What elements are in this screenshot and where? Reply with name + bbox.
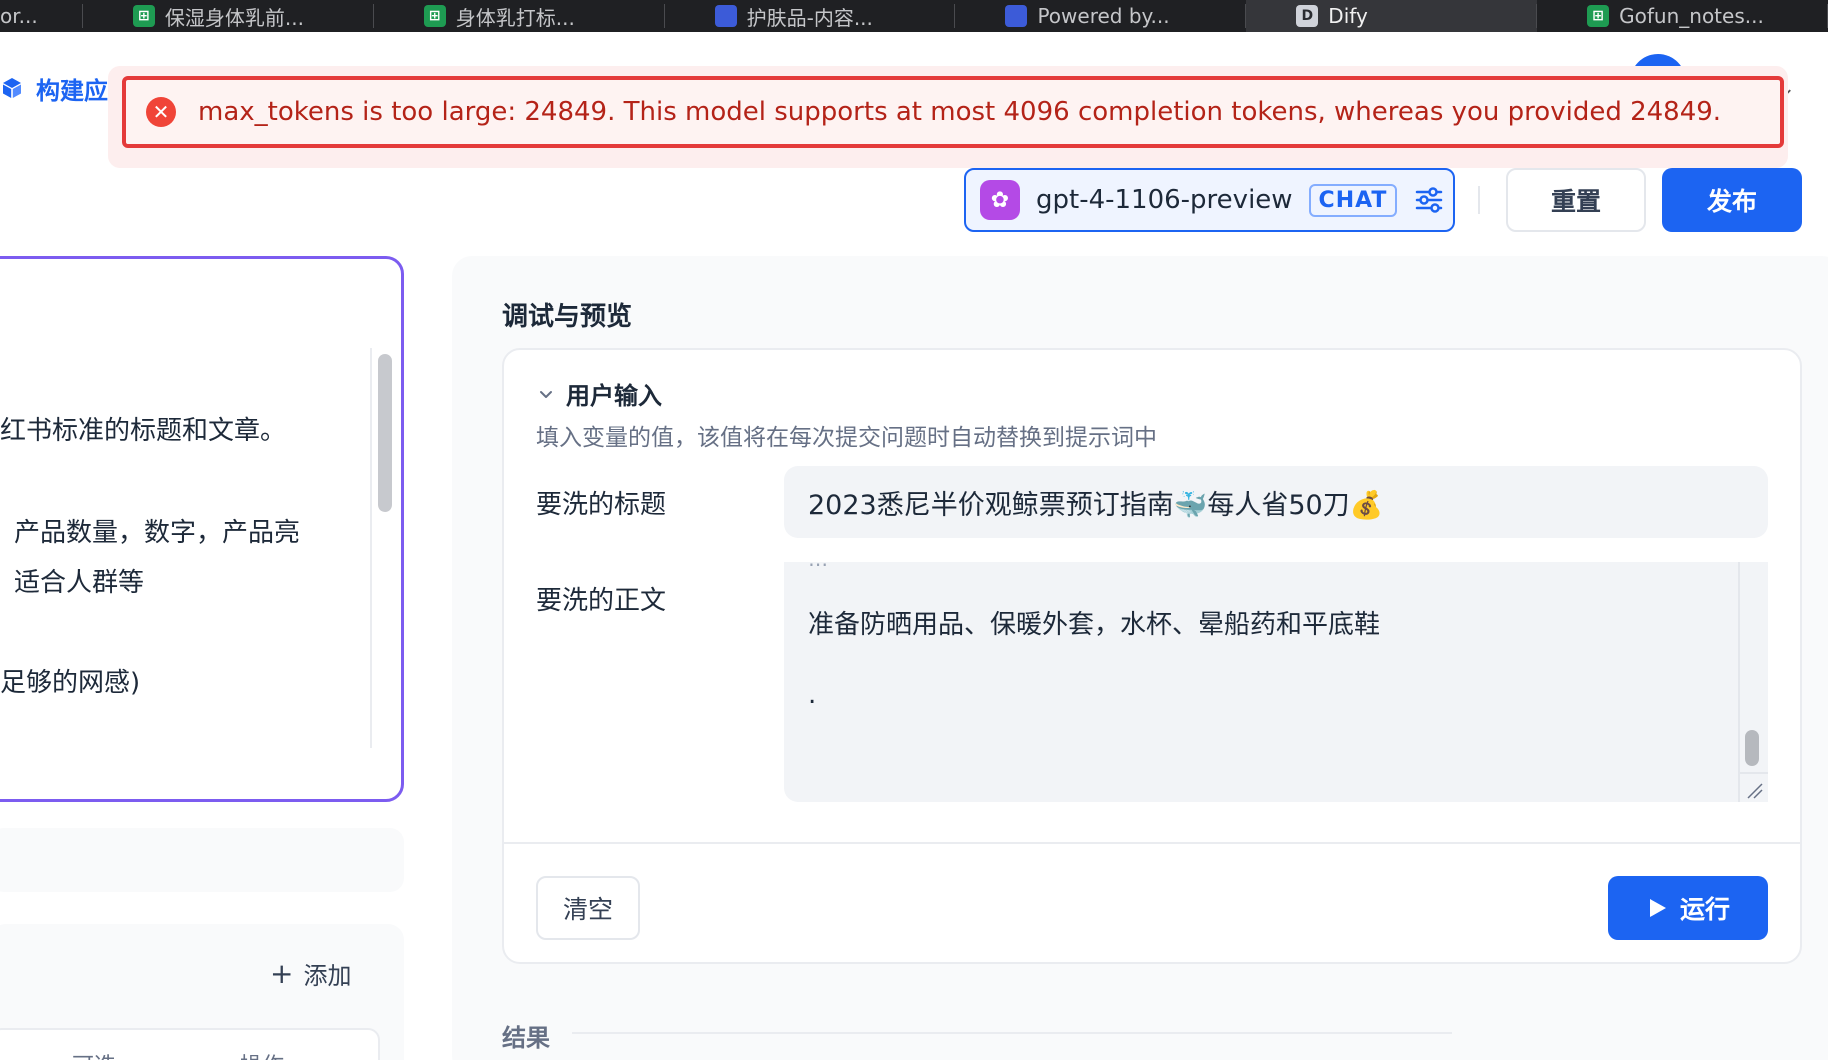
model-selector[interactable]: ✿ gpt-4-1106-preview CHAT bbox=[964, 168, 1455, 232]
tab-title: or... bbox=[0, 4, 38, 28]
model-mode-badge: CHAT bbox=[1308, 183, 1398, 217]
body-text-line: 准备防晒用品、保暖外套，水杯、晕船药和平底鞋 bbox=[808, 610, 1381, 640]
textarea-scrollbar-track[interactable] bbox=[1738, 562, 1768, 802]
sliders-icon[interactable] bbox=[1413, 184, 1445, 216]
model-name: gpt-4-1106-preview bbox=[1036, 185, 1293, 215]
publish-button[interactable]: 发布 bbox=[1662, 168, 1802, 232]
field-label-body: 要洗的正文 bbox=[536, 586, 667, 616]
prompt-line: 产品数量，数字，产品亮 bbox=[14, 518, 301, 548]
doc-icon bbox=[1005, 5, 1028, 27]
user-input-toggle[interactable]: 用户输入 bbox=[536, 376, 662, 411]
browser-tab-strip: or... ⊞ 保湿身体乳前... ⊞ 身体乳打标... 护肤品-内容... P… bbox=[0, 0, 1828, 32]
prompt-scrollbar-track[interactable] bbox=[370, 348, 372, 748]
divider bbox=[572, 1032, 1452, 1034]
browser-tab[interactable]: ⊞ Gofun_notes... bbox=[1537, 0, 1828, 32]
tab-title: 护肤品-内容... bbox=[746, 5, 873, 30]
debug-title: 调试与预览 bbox=[502, 302, 633, 332]
prompt-line: 足够的网感) bbox=[0, 668, 141, 698]
tab-title: 身体乳打标... bbox=[455, 5, 575, 30]
body-text-line: . bbox=[808, 680, 817, 710]
divider bbox=[504, 842, 1800, 844]
toast-message: max_tokens is too large: 24849. This mod… bbox=[198, 97, 1722, 127]
divider bbox=[1478, 186, 1480, 214]
run-label: 运行 bbox=[1679, 895, 1730, 924]
tab-title: Dify bbox=[1328, 4, 1368, 28]
run-button[interactable]: 运行 bbox=[1608, 876, 1768, 940]
add-label: 添加 bbox=[303, 962, 352, 990]
column-header-optional: 可选 bbox=[72, 1048, 116, 1060]
add-variable-button[interactable]: + 添加 bbox=[270, 956, 351, 991]
sheet-icon: ⊞ bbox=[1587, 5, 1610, 27]
doc-icon bbox=[714, 5, 737, 27]
body-textarea[interactable]: ⋯ 准备防晒用品、保暖外套，水杯、晕船药和平底鞋 . bbox=[784, 562, 1768, 802]
user-input-description: 填入变量的值，该值将在每次提交问题时自动替换到提示词中 bbox=[536, 425, 1157, 451]
variables-table bbox=[0, 1028, 380, 1060]
tab-title: 保湿身体乳前... bbox=[164, 5, 304, 30]
clear-button[interactable]: 清空 bbox=[536, 876, 640, 940]
user-input-heading: 用户输入 bbox=[566, 382, 662, 410]
dify-icon: D bbox=[1296, 5, 1319, 27]
result-heading: 结果 bbox=[502, 1024, 550, 1052]
resize-handle-icon[interactable] bbox=[1738, 772, 1768, 802]
title-input-value: 2023悉尼半价观鲸票预订指南🐳每人省50刀💰 bbox=[808, 489, 1384, 521]
prompt-scrollbar-thumb[interactable] bbox=[378, 354, 392, 512]
chevron-down-icon bbox=[540, 390, 552, 398]
browser-tab-active[interactable]: D Dify bbox=[1246, 0, 1538, 32]
browser-tab[interactable]: ⊞ 身体乳打标... bbox=[374, 0, 665, 32]
sheet-icon: ⊞ bbox=[132, 5, 155, 27]
title-input[interactable]: 2023悉尼半价观鲸票预订指南🐳每人省50刀💰 bbox=[784, 466, 1768, 538]
browser-tab[interactable]: or... bbox=[0, 0, 83, 32]
textarea-overflow-text: ⋯ bbox=[808, 562, 828, 576]
context-bar[interactable] bbox=[0, 828, 404, 892]
play-icon bbox=[1649, 899, 1666, 917]
error-icon: ✕ bbox=[146, 97, 176, 127]
field-label-title: 要洗的标题 bbox=[536, 490, 667, 520]
cube-icon bbox=[3, 78, 21, 98]
prompt-line: 红书标准的标题和文章。 bbox=[0, 416, 287, 446]
reset-button[interactable]: 重置 bbox=[1506, 168, 1646, 232]
tab-title: Powered by... bbox=[1037, 4, 1170, 28]
prompt-line: 适合人群等 bbox=[14, 568, 145, 598]
openai-icon: ✿ bbox=[980, 180, 1020, 220]
textarea-scrollbar-thumb[interactable] bbox=[1745, 730, 1759, 766]
browser-tab[interactable]: Powered by... bbox=[955, 0, 1247, 32]
error-toast: ✕ max_tokens is too large: 24849. This m… bbox=[122, 76, 1784, 148]
plus-icon: + bbox=[270, 956, 294, 990]
sheet-icon: ⊞ bbox=[423, 5, 446, 27]
column-header-actions: 操作 bbox=[240, 1048, 284, 1060]
tab-title: Gofun_notes... bbox=[1619, 4, 1764, 28]
browser-tab[interactable]: 护肤品-内容... bbox=[665, 0, 956, 32]
browser-tab[interactable]: ⊞ 保湿身体乳前... bbox=[83, 0, 374, 32]
